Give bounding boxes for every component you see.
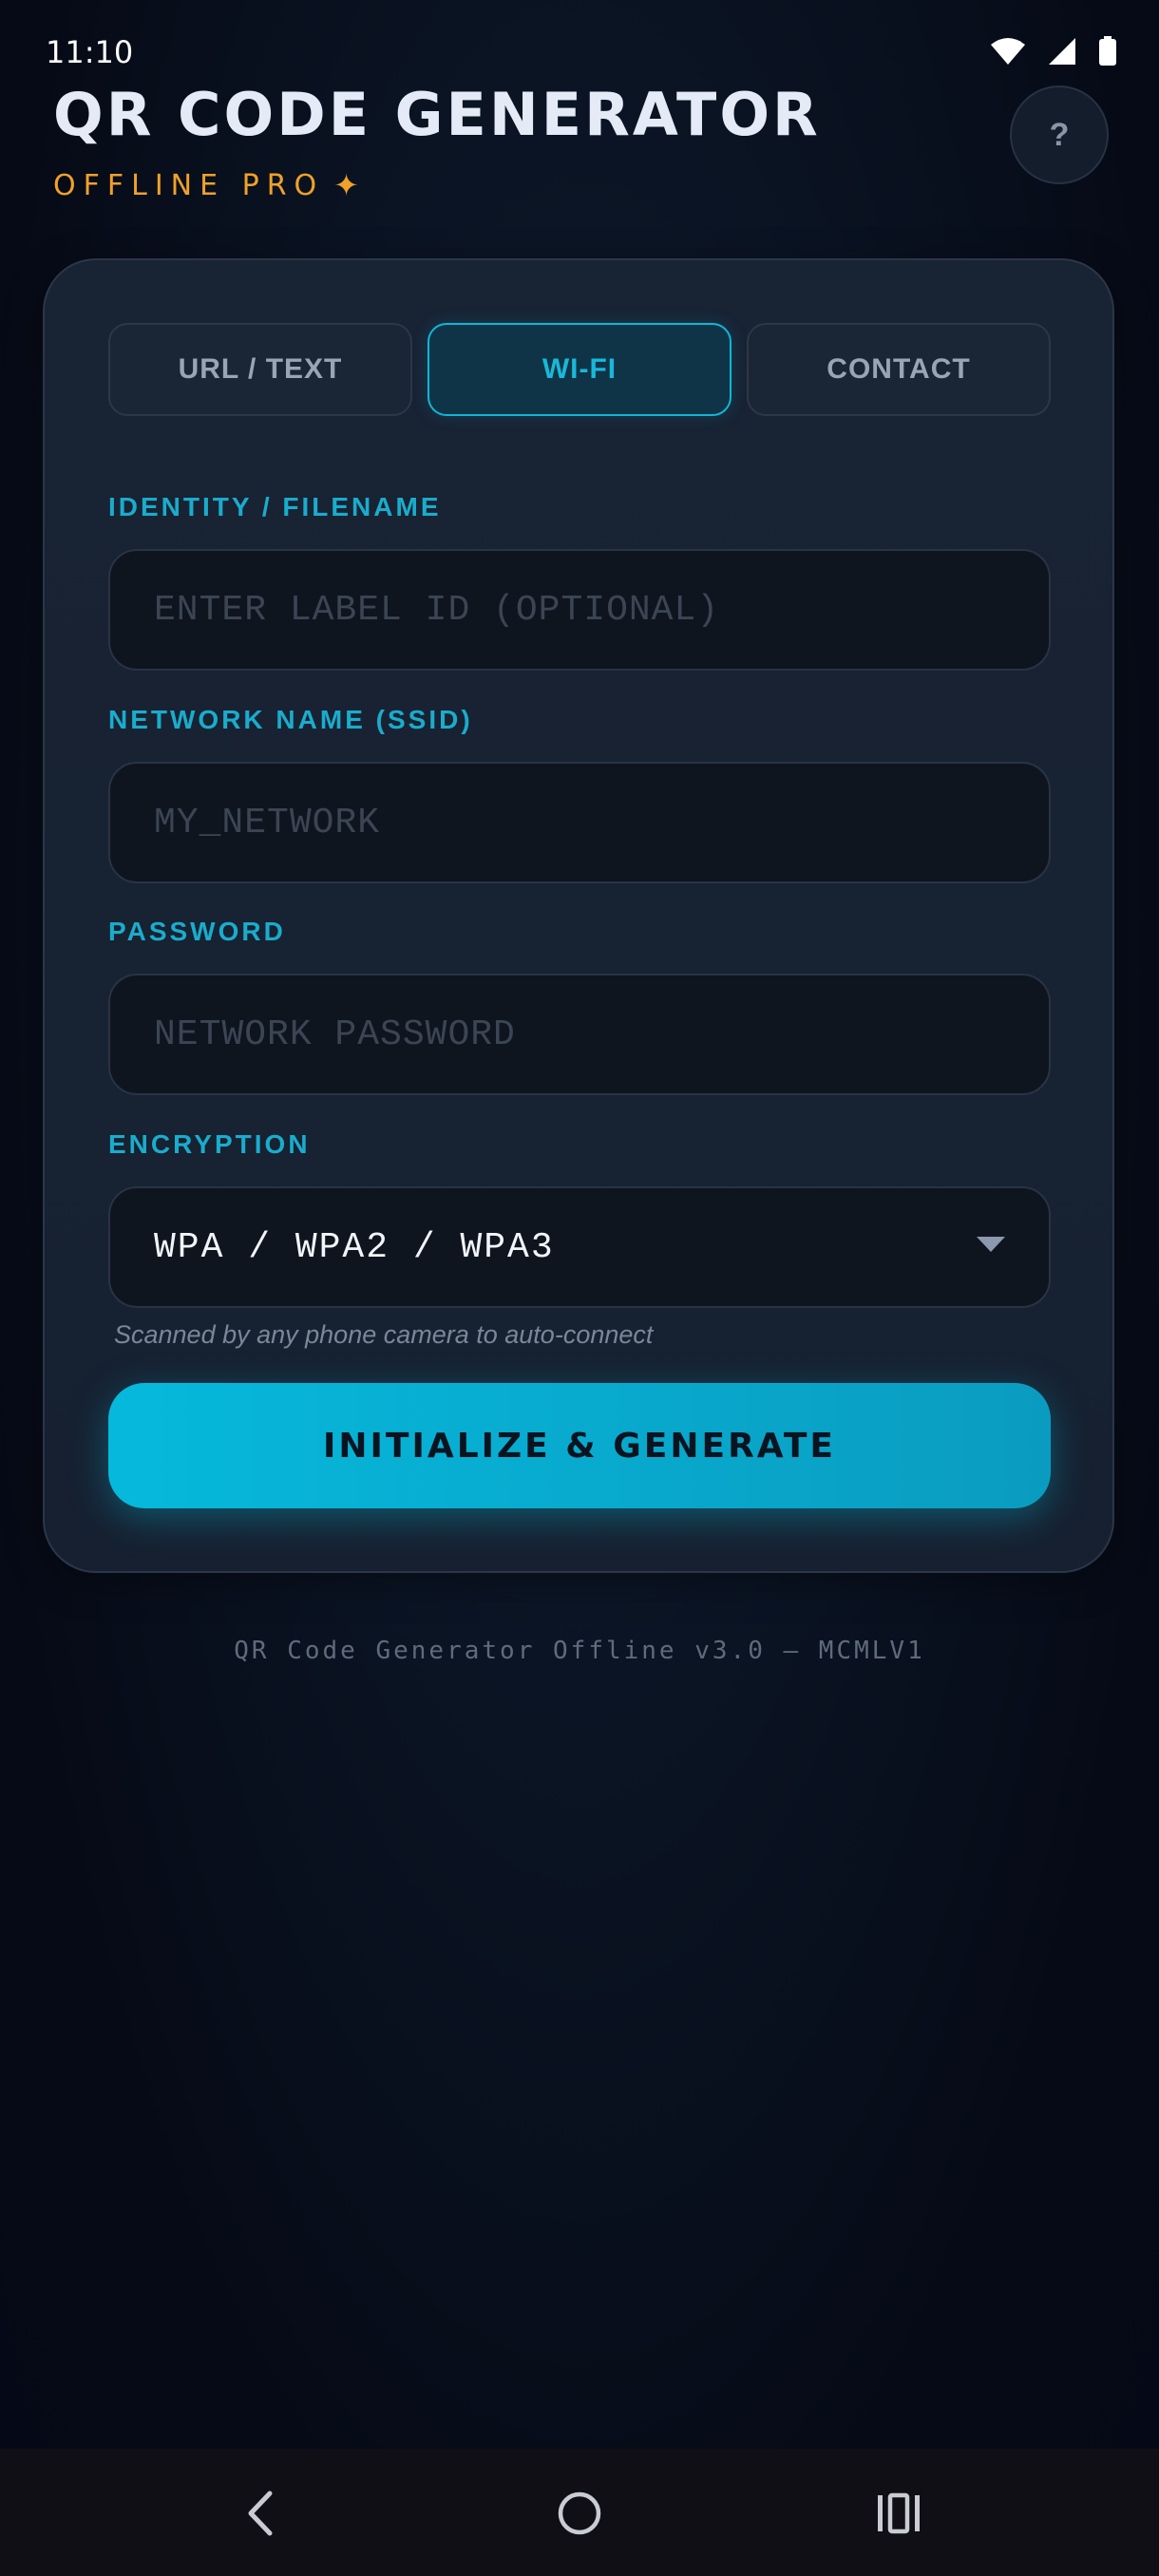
system-nav-bar (0, 2449, 1159, 2576)
signal-icon (1047, 37, 1077, 70)
svg-text:6: 6 (1016, 40, 1021, 50)
tab-url-text[interactable]: URL / TEXT (108, 323, 412, 416)
identity-input[interactable] (108, 549, 1051, 671)
encryption-label: ENCRYPTION (108, 1129, 311, 1159)
tab-bar: URL / TEXT WI-FI CONTACT (108, 323, 1051, 416)
password-input[interactable] (108, 974, 1051, 1095)
back-icon (241, 2490, 279, 2542)
tab-wifi[interactable]: WI-FI (428, 323, 732, 416)
recents-icon (875, 2492, 922, 2539)
app-title: QR CODE GENERATOR (53, 80, 821, 149)
generate-button[interactable]: INITIALIZE & GENERATE (108, 1383, 1051, 1508)
home-icon (556, 2490, 603, 2542)
encryption-selected-value: WPA / WPA2 / WPA3 (154, 1226, 555, 1268)
ssid-label: NETWORK NAME (SSID) (108, 705, 473, 734)
back-button[interactable] (222, 2477, 298, 2553)
status-time: 11:10 (46, 34, 134, 70)
sparkle-icon: ✦ (333, 167, 367, 203)
app-subtitle-text: OFFLINE PRO (53, 168, 325, 202)
tab-contact[interactable]: CONTACT (747, 323, 1051, 416)
status-icons: 6 (990, 36, 1117, 71)
helper-text: Scanned by any phone camera to auto-conn… (114, 1320, 654, 1349)
wifi-icon: 6 (990, 37, 1026, 70)
home-button[interactable] (542, 2477, 618, 2553)
encryption-select[interactable]: WPA / WPA2 / WPA3 (108, 1186, 1051, 1308)
recents-button[interactable] (861, 2477, 937, 2553)
footer-version: QR Code Generator Offline v3.0 — MCMLV1 (234, 1637, 925, 1665)
chevron-down-icon (977, 1236, 1005, 1259)
identity-label: IDENTITY / FILENAME (108, 492, 442, 521)
help-button[interactable]: ? (1010, 85, 1109, 184)
password-label: PASSWORD (108, 917, 286, 946)
battery-icon (1098, 36, 1117, 71)
app-subtitle: OFFLINE PRO ✦ (53, 167, 367, 203)
ssid-input[interactable] (108, 762, 1051, 883)
form-card (43, 258, 1114, 1573)
